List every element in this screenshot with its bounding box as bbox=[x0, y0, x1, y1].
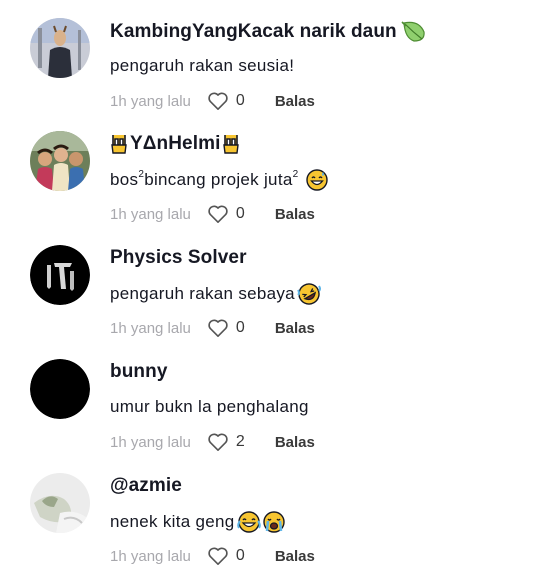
text-part: nenek kita geng bbox=[110, 512, 235, 531]
username[interactable]: YΔnHelmi bbox=[110, 133, 240, 155]
comment-text: pengaruh rakan seusia! bbox=[110, 56, 295, 75]
avatar[interactable] bbox=[30, 359, 90, 419]
like-count: 0 bbox=[235, 92, 245, 109]
reply-button[interactable]: Balas bbox=[275, 93, 315, 110]
text-part: bos bbox=[110, 170, 139, 189]
timestamp: 1h yang lalu bbox=[110, 433, 191, 451]
comment-meta: 1h yang lalu 0 Balas bbox=[110, 90, 315, 112]
comment-text: bos 2 bincang projek juta 2 bbox=[110, 168, 329, 191]
comment-meta: 1h yang lalu 0 Balas bbox=[110, 203, 315, 225]
like-button[interactable]: 0 bbox=[207, 546, 245, 566]
like-button[interactable]: 2 bbox=[207, 432, 245, 452]
text-part: bincang projek juta bbox=[144, 170, 293, 189]
comment-item: @azmie nenek kita geng 1h yang lalu 0 Ba… bbox=[0, 473, 553, 583]
like-count: 2 bbox=[235, 433, 245, 450]
comment-text: nenek kita geng bbox=[110, 511, 286, 533]
comment-text: pengaruh rakan sebaya bbox=[110, 283, 321, 305]
username-text: YΔnHelmi bbox=[130, 133, 221, 154]
comment-text: umur bukn la penghalang bbox=[110, 397, 309, 416]
avatar[interactable] bbox=[30, 131, 90, 191]
reply-button[interactable]: Balas bbox=[275, 434, 315, 451]
crying-emoji-icon bbox=[262, 511, 286, 533]
superscript: 2 bbox=[138, 168, 145, 180]
comment-item: bunny umur bukn la penghalang 1h yang la… bbox=[0, 359, 553, 469]
avatar[interactable] bbox=[30, 245, 90, 305]
superscript: 2 bbox=[292, 168, 299, 180]
username[interactable]: bunny bbox=[110, 361, 168, 383]
rock-hand-icon bbox=[222, 133, 240, 155]
joy-emoji-icon bbox=[236, 511, 261, 533]
leaf-emoji-icon bbox=[401, 20, 427, 44]
heart-icon bbox=[208, 319, 228, 337]
heart-icon bbox=[208, 92, 228, 110]
heart-icon bbox=[208, 205, 228, 223]
like-button[interactable]: 0 bbox=[207, 204, 245, 224]
comment-meta: 1h yang lalu 0 Balas bbox=[110, 545, 315, 567]
username-text: Physics Solver bbox=[110, 247, 247, 268]
like-count: 0 bbox=[235, 319, 245, 336]
reply-button[interactable]: Balas bbox=[275, 548, 315, 565]
grinning-sweat-emoji-icon bbox=[306, 169, 329, 191]
username[interactable]: KambingYangKacak narik daun bbox=[110, 20, 427, 44]
comment-item: Physics Solver pengaruh rakan sebaya 1h … bbox=[0, 245, 553, 355]
comment-meta: 1h yang lalu 2 Balas bbox=[110, 431, 315, 453]
comment-item: KambingYangKacak narik daun pengaruh rak… bbox=[0, 18, 553, 128]
like-count: 0 bbox=[235, 205, 245, 222]
username[interactable]: Physics Solver bbox=[110, 247, 247, 269]
username-text: @azmie bbox=[110, 475, 182, 496]
timestamp: 1h yang lalu bbox=[110, 547, 191, 565]
text-part: pengaruh rakan sebaya bbox=[110, 284, 295, 303]
like-button[interactable]: 0 bbox=[207, 91, 245, 111]
comment-item: YΔnHelmi bos 2 bincang projek juta 2 1h ya… bbox=[0, 131, 553, 241]
reply-button[interactable]: Balas bbox=[275, 320, 315, 337]
comment-meta: 1h yang lalu 0 Balas bbox=[110, 317, 315, 339]
avatar[interactable] bbox=[30, 18, 90, 78]
timestamp: 1h yang lalu bbox=[110, 319, 191, 337]
username-text: bunny bbox=[110, 361, 168, 382]
like-button[interactable]: 0 bbox=[207, 318, 245, 338]
heart-icon bbox=[208, 547, 228, 565]
username[interactable]: @azmie bbox=[110, 475, 182, 497]
like-count: 0 bbox=[235, 547, 245, 564]
timestamp: 1h yang lalu bbox=[110, 205, 191, 223]
rolling-laughing-emoji-icon bbox=[297, 283, 321, 305]
avatar[interactable] bbox=[30, 473, 90, 533]
rock-hand-icon bbox=[110, 133, 128, 155]
reply-button[interactable]: Balas bbox=[275, 206, 315, 223]
timestamp: 1h yang lalu bbox=[110, 92, 191, 110]
username-text: KambingYangKacak narik daun bbox=[110, 21, 397, 42]
heart-icon bbox=[208, 433, 228, 451]
